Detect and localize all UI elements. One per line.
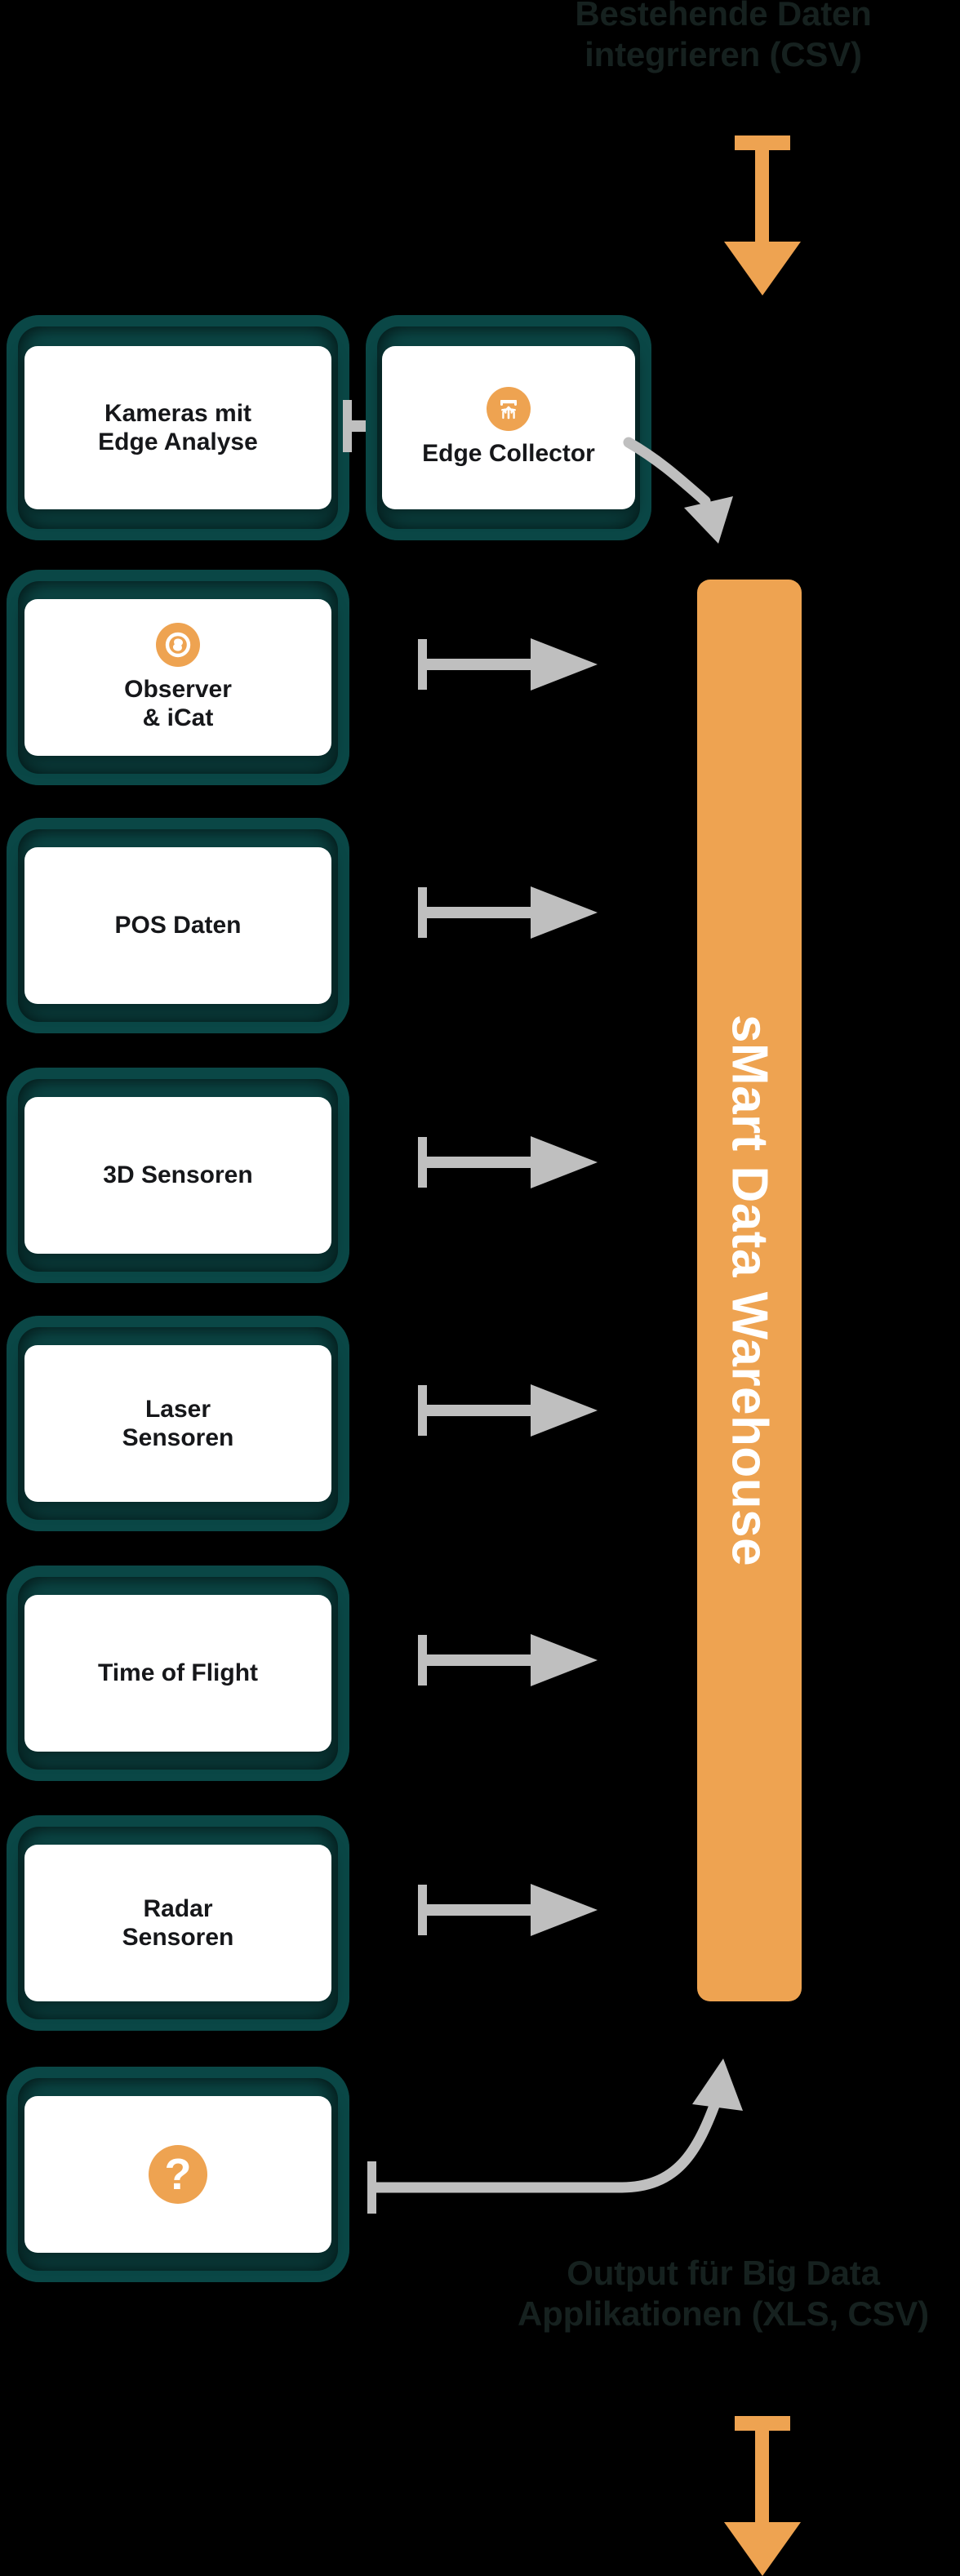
arrow-head [531,638,598,691]
arrow-line [425,1654,533,1666]
arrow-head [531,1884,598,1936]
curved-arrow-edge-to-warehouse [623,437,733,544]
source-box-3d-sensoren[interactable]: 3D Sensoren [7,1068,349,1283]
source-label-3d-sensoren: 3D Sensoren [103,1161,253,1189]
arrow-shaft [755,2427,769,2524]
question-icon: ? [149,2145,207,2204]
arrow-line [425,907,533,918]
arrow-laser-to-warehouse [418,1384,606,1437]
arrow-observer-to-warehouse [418,638,606,691]
source-box-observer-icat[interactable]: Observer & iCat [7,570,349,785]
arrow-head [531,1634,598,1686]
source-card: Time of Flight [24,1595,331,1752]
diagram-canvas: Bestehende Daten integrieren (CSV) Kamer… [0,0,960,2576]
source-label-kameras: Kameras mit Edge Analyse [98,399,258,455]
source-card: Laser Sensoren [24,1345,331,1502]
arrow-head [724,2522,801,2576]
arrow-line [425,1157,533,1168]
arrow-radar-to-warehouse [418,1884,606,1936]
arrow-head [531,1384,598,1437]
warehouse-label: sMart Data Warehouse [721,1014,778,1567]
arrow-time-of-flight-to-warehouse [418,1634,606,1686]
arrow-3d-to-warehouse [418,1136,606,1188]
source-box-radar-sensoren[interactable]: Radar Sensoren [7,1815,349,2031]
source-card: Kameras mit Edge Analyse [24,346,331,509]
source-label-laser-sensoren: Laser Sensoren [122,1395,234,1451]
source-box-kameras[interactable]: Kameras mit Edge Analyse [7,315,349,540]
source-box-laser-sensoren[interactable]: Laser Sensoren [7,1316,349,1531]
arrow-pos-to-warehouse [418,886,606,939]
source-card: ? [24,2096,331,2253]
source-box-pos-daten[interactable]: POS Daten [7,818,349,1033]
aperture-icon [156,622,200,667]
smart-data-warehouse-bar[interactable]: sMart Data Warehouse [697,580,802,2001]
collector-icon [487,387,531,432]
source-box-unknown[interactable]: ? [7,2067,349,2282]
source-label-observer-icat: Observer & iCat [124,675,232,731]
arrow-line [425,659,533,670]
output-arrow-down [724,2416,801,2576]
source-card: Observer & iCat [24,599,331,756]
curved-arrow-unknown-to-warehouse [367,2059,743,2214]
arrow-shaft [755,147,769,243]
source-label-edge-collector: Edge Collector [422,440,595,468]
arrow-line [425,1405,533,1416]
source-label-time-of-flight: Time of Flight [97,1659,259,1687]
input-arrow-down [724,135,801,295]
bottom-caption: Output für Big Data Applikationen (XLS, … [518,2254,929,2333]
source-box-time-of-flight[interactable]: Time of Flight [7,1566,349,1781]
source-card: 3D Sensoren [24,1097,331,1254]
source-card: POS Daten [24,847,331,1004]
source-label-pos-daten: POS Daten [114,912,242,939]
arrow-head [724,242,801,295]
source-card: Radar Sensoren [24,1845,331,2001]
arrow-line [425,1904,533,1916]
arrow-head [531,1136,598,1188]
source-card: Edge Collector [382,346,635,509]
arrow-head [531,886,598,939]
top-caption: Bestehende Daten integrieren (CSV) [575,0,872,73]
source-box-edge-collector[interactable]: Edge Collector [366,315,651,540]
source-label-radar-sensoren: Radar Sensoren [122,1894,234,1951]
